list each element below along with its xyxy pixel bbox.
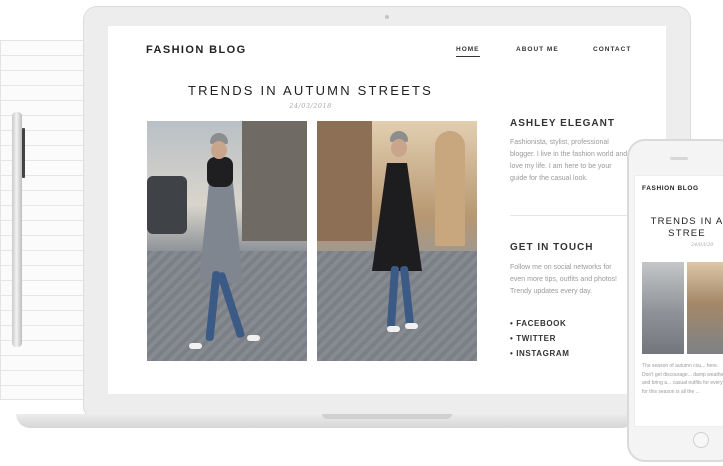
post-date: 24/03/2018 [289,102,332,110]
phone-post-title-line1: TRENDS IN A [650,216,723,227]
nav-about-me[interactable]: ABOUT ME [516,46,559,53]
nav-home[interactable]: HOME [456,46,480,57]
person-shoe-left [189,343,202,349]
laptop-screen: FASHION BLOG HOME ABOUT ME CONTACT TREND… [108,26,666,394]
post-photo-1[interactable] [147,121,307,361]
about-heading: ASHLEY ELEGANT [510,118,615,129]
social-link-twitter[interactable]: • TWITTER [510,334,556,343]
photo-car [147,176,187,234]
phone-site-brand[interactable]: FASHION BLOG [642,185,699,192]
post-title: TRENDS IN AUTUMN STREETS [188,83,433,98]
pen-clip [22,128,25,178]
photo-doorway [435,131,465,246]
site-brand[interactable]: FASHION BLOG [146,44,247,56]
social-link-instagram[interactable]: • INSTAGRAM [510,349,569,358]
contact-text: Follow me on social networks for even mo… [510,264,618,295]
about-text: Fashionista, stylist, professional blogg… [510,139,628,182]
nav-contact[interactable]: CONTACT [593,46,631,53]
social-link-facebook[interactable]: • FACEBOOK [510,319,566,328]
photo-building [242,121,307,241]
social-label: FACEBOOK [516,319,567,328]
contact-heading: GET IN TOUCH [510,242,594,253]
phone-post-title-line2: STREE [668,228,706,239]
person-shoe-right [405,323,418,329]
phone-home-button[interactable] [693,432,709,448]
person-shoe-right [247,335,260,341]
person-coat [199,173,243,283]
person-coat [372,163,422,271]
social-label: INSTAGRAM [516,349,570,358]
phone-speaker [670,157,688,160]
phone-photo-2[interactable] [687,262,723,354]
social-label: TWITTER [516,334,556,343]
phone-post-text: The season of autumn cou... here. Don't … [642,363,723,395]
phone-post-date: 24/03/20 [691,242,714,248]
pen-decoration [12,112,22,347]
phone-screen: FASHION BLOG TRENDS IN A STREE 24/03/20 … [634,175,723,427]
laptop-base-notch [322,414,452,419]
person-shoe-left [387,326,400,332]
person-head [391,139,407,157]
person-scarf [207,157,233,187]
photo-building [317,121,372,241]
person-head [211,141,227,159]
post-photo-2[interactable] [317,121,477,361]
phone-photo-1[interactable] [642,262,684,354]
laptop-camera [385,15,389,19]
